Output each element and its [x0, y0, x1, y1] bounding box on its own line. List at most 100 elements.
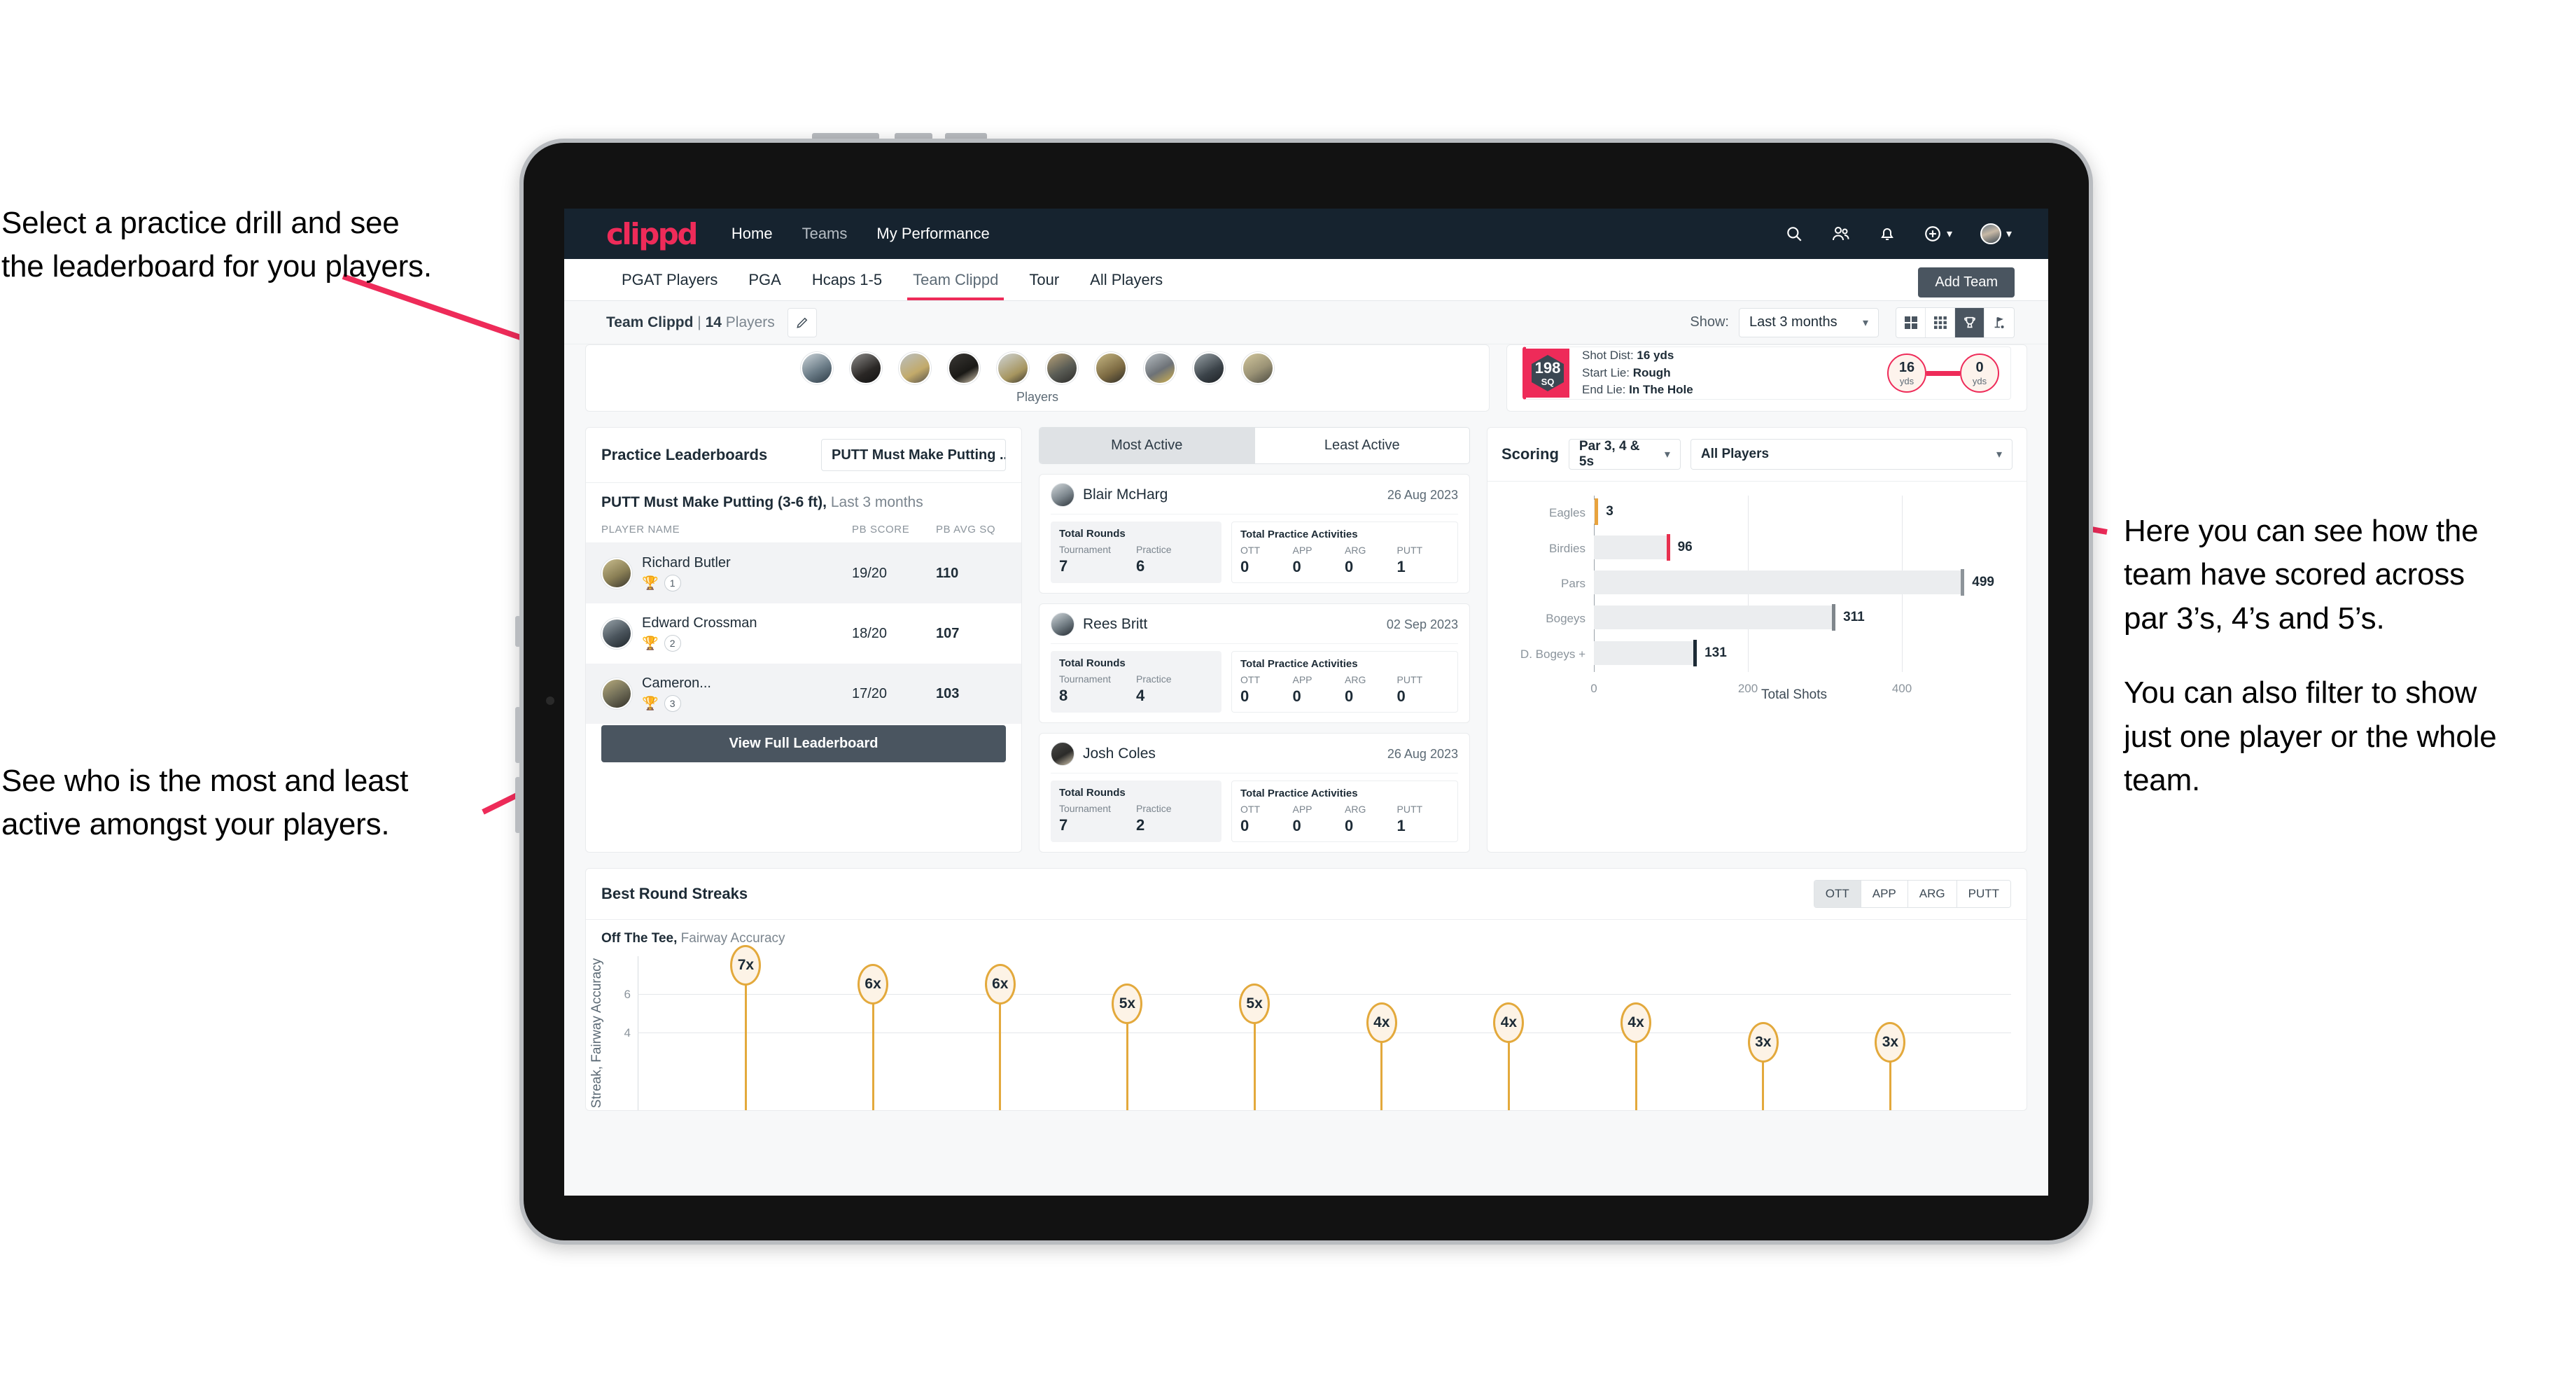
- activity-card-body: Total Rounds Tournament 8 Practice 4 Tot…: [1051, 651, 1458, 713]
- bar-cap: [1693, 639, 1698, 666]
- show-period-select[interactable]: Last 3 months ▾: [1739, 307, 1879, 337]
- shot-dist-label: Shot Dist:: [1582, 349, 1637, 363]
- flag-icon: [1994, 316, 2004, 328]
- tab-least-active[interactable]: Least Active: [1255, 428, 1470, 463]
- tab-team-clippd[interactable]: Team Clippd: [897, 259, 1014, 300]
- pb-score-value: 17/20: [852, 685, 888, 701]
- nav-link-my-performance[interactable]: My Performance: [876, 225, 989, 243]
- plus-circle-icon[interactable]: ▾: [1924, 225, 1952, 243]
- player-name: Edward Crossman: [642, 615, 757, 631]
- table-row[interactable]: Richard Butler 🏆 1 19/20 110: [586, 543, 1021, 603]
- player-avatar[interactable]: [1193, 352, 1225, 384]
- tab-pga[interactable]: PGA: [733, 259, 796, 300]
- practice-activities-panel: Total Practice Activities OTT 0 APP 0 ARG 0…: [1231, 522, 1458, 583]
- ott-value: 0: [1240, 558, 1250, 575]
- avatar: [1051, 742, 1074, 766]
- streaks-tab-arg[interactable]: ARG: [1907, 881, 1957, 907]
- tab-all-players[interactable]: All Players: [1074, 259, 1178, 300]
- nav-link-teams[interactable]: Teams: [802, 225, 848, 243]
- player-avatar[interactable]: [997, 352, 1029, 384]
- table-row[interactable]: Pars 499: [1561, 569, 1994, 596]
- tablet-button: [515, 616, 521, 647]
- annotation-line: par 3’s, 4’s and 5’s.: [2124, 601, 2385, 636]
- lollipop-bubble[interactable]: 6x: [858, 964, 889, 1004]
- annotation-line: just one player or the whole: [2124, 719, 2497, 754]
- lollipop-bubble[interactable]: 5x: [1239, 983, 1270, 1024]
- grid-2x2-icon-button[interactable]: [1896, 307, 1926, 337]
- table-row[interactable]: Eagles 3: [1549, 498, 1994, 526]
- practice-cell: Practice 2: [1136, 803, 1213, 834]
- activity-card-header: Rees Britt 02 Sep 2023: [1051, 612, 1458, 644]
- streaks-chart: Streak, Fairway Accuracy 4 6 7x 6x 6x 5x 5x 4x 4…: [589, 944, 2011, 1110]
- putt-cell: PUTT 1: [1397, 545, 1450, 576]
- app-cell: APP 0: [1293, 804, 1345, 835]
- people-icon[interactable]: [1831, 225, 1851, 243]
- par-select[interactable]: Par 3, 4 & 5s ▾: [1568, 439, 1681, 470]
- app-cell: APP 0: [1293, 545, 1345, 576]
- activity-card[interactable]: Blair McHarg 26 Aug 2023 Total Rounds To…: [1039, 474, 1470, 594]
- edit-team-button[interactable]: [787, 307, 817, 337]
- y-tick-label: 4: [624, 1026, 631, 1040]
- app-label: APP: [1292, 804, 1312, 815]
- lollipop-bubble[interactable]: 3x: [1747, 1021, 1779, 1063]
- table-row[interactable]: Bogeys 311: [1546, 604, 1994, 631]
- tournament-label: Tournament: [1059, 544, 1111, 555]
- trophy-icon: 🏆: [642, 696, 659, 711]
- table-row[interactable]: Cameron... 🏆 3 17/20 103: [586, 664, 1021, 724]
- tab-tour[interactable]: Tour: [1014, 259, 1074, 300]
- streaks-tab-putt[interactable]: PUTT: [1956, 881, 2010, 907]
- practice-leaderboard-card: Practice Leaderboards PUTT Must Make Put…: [585, 427, 1022, 853]
- drill-select[interactable]: PUTT Must Make Putting ... ▾: [821, 439, 1006, 471]
- player-avatar[interactable]: [801, 352, 833, 384]
- lollipop-bubble[interactable]: 4x: [1493, 1002, 1525, 1043]
- tab-most-active[interactable]: Most Active: [1040, 428, 1255, 463]
- lollipop-bubble[interactable]: 7x: [730, 944, 762, 986]
- activity-card[interactable]: Josh Coles 26 Aug 2023 Total Rounds Tour…: [1039, 733, 1470, 853]
- streaks-tab-ott[interactable]: OTT: [1814, 881, 1861, 907]
- player-filter-select[interactable]: All Players ▾: [1690, 439, 2012, 470]
- tab-hcaps-1-5[interactable]: Hcaps 1-5: [797, 259, 897, 300]
- table-row[interactable]: Edward Crossman 🏆 2 18/20 107: [586, 603, 1021, 664]
- player-avatar[interactable]: [850, 352, 882, 384]
- bar: [1594, 498, 1599, 526]
- search-icon[interactable]: [1785, 225, 1803, 243]
- end-yards-unit: yds: [1972, 376, 1987, 386]
- avatar-menu[interactable]: ▾: [1980, 223, 2012, 244]
- tablet-button: [515, 707, 521, 763]
- add-team-button[interactable]: Add Team: [1918, 267, 2015, 298]
- app-value: 0: [1292, 558, 1301, 575]
- lollipop-bubble[interactable]: 5x: [1112, 983, 1143, 1024]
- view-full-leaderboard-button[interactable]: View Full Leaderboard: [601, 725, 1006, 762]
- shot-dist-value: 16 yds: [1637, 349, 1674, 363]
- shot-detail-lines: Shot Dist: 16 yds Start Lie: Rough End L…: [1582, 347, 1693, 399]
- table-row[interactable]: D. Bogeys + 131: [1520, 639, 1994, 666]
- player-avatar[interactable]: [1242, 352, 1274, 384]
- bell-icon[interactable]: [1879, 225, 1896, 243]
- bar-category-label: Bogeys: [1546, 612, 1586, 626]
- clippd-logo[interactable]: clippd: [606, 217, 698, 251]
- best-round-streaks-card: Best Round Streaks OTT APP ARG PUTT Off …: [585, 868, 2027, 1111]
- player-avatar[interactable]: [1046, 352, 1078, 384]
- table-row[interactable]: Birdies 96: [1549, 533, 1994, 561]
- player-avatar[interactable]: [899, 352, 931, 384]
- lollipop-bubble[interactable]: 4x: [1366, 1002, 1397, 1043]
- player-rank-meta: 🏆 3: [642, 695, 852, 712]
- start-distance-marker: 16 yds: [1887, 354, 1926, 393]
- lollipop-bubble[interactable]: 6x: [984, 964, 1016, 1004]
- player-avatar[interactable]: [1144, 352, 1176, 384]
- player-avatar[interactable]: [1095, 352, 1127, 384]
- bar-cap: [1832, 604, 1836, 631]
- activity-card[interactable]: Rees Britt 02 Sep 2023 Total Rounds Tour…: [1039, 603, 1470, 723]
- bar-category-label: Pars: [1561, 577, 1586, 590]
- flag-icon-button[interactable]: [1984, 308, 2014, 337]
- streaks-tab-app[interactable]: APP: [1861, 881, 1908, 907]
- nav-link-home[interactable]: Home: [732, 225, 773, 243]
- player-avatar[interactable]: [948, 352, 980, 384]
- lollipop-bubble[interactable]: 3x: [1875, 1021, 1906, 1063]
- lollipop-bubble[interactable]: 4x: [1620, 1002, 1652, 1043]
- grid-3x3-icon-button[interactable]: [1926, 307, 1955, 337]
- trophy-icon-button[interactable]: [1955, 307, 1984, 337]
- player-info: Edward Crossman 🏆 2: [642, 615, 852, 652]
- app-cell: APP 0: [1293, 674, 1345, 706]
- tab-pgat-players[interactable]: PGAT Players: [606, 259, 733, 300]
